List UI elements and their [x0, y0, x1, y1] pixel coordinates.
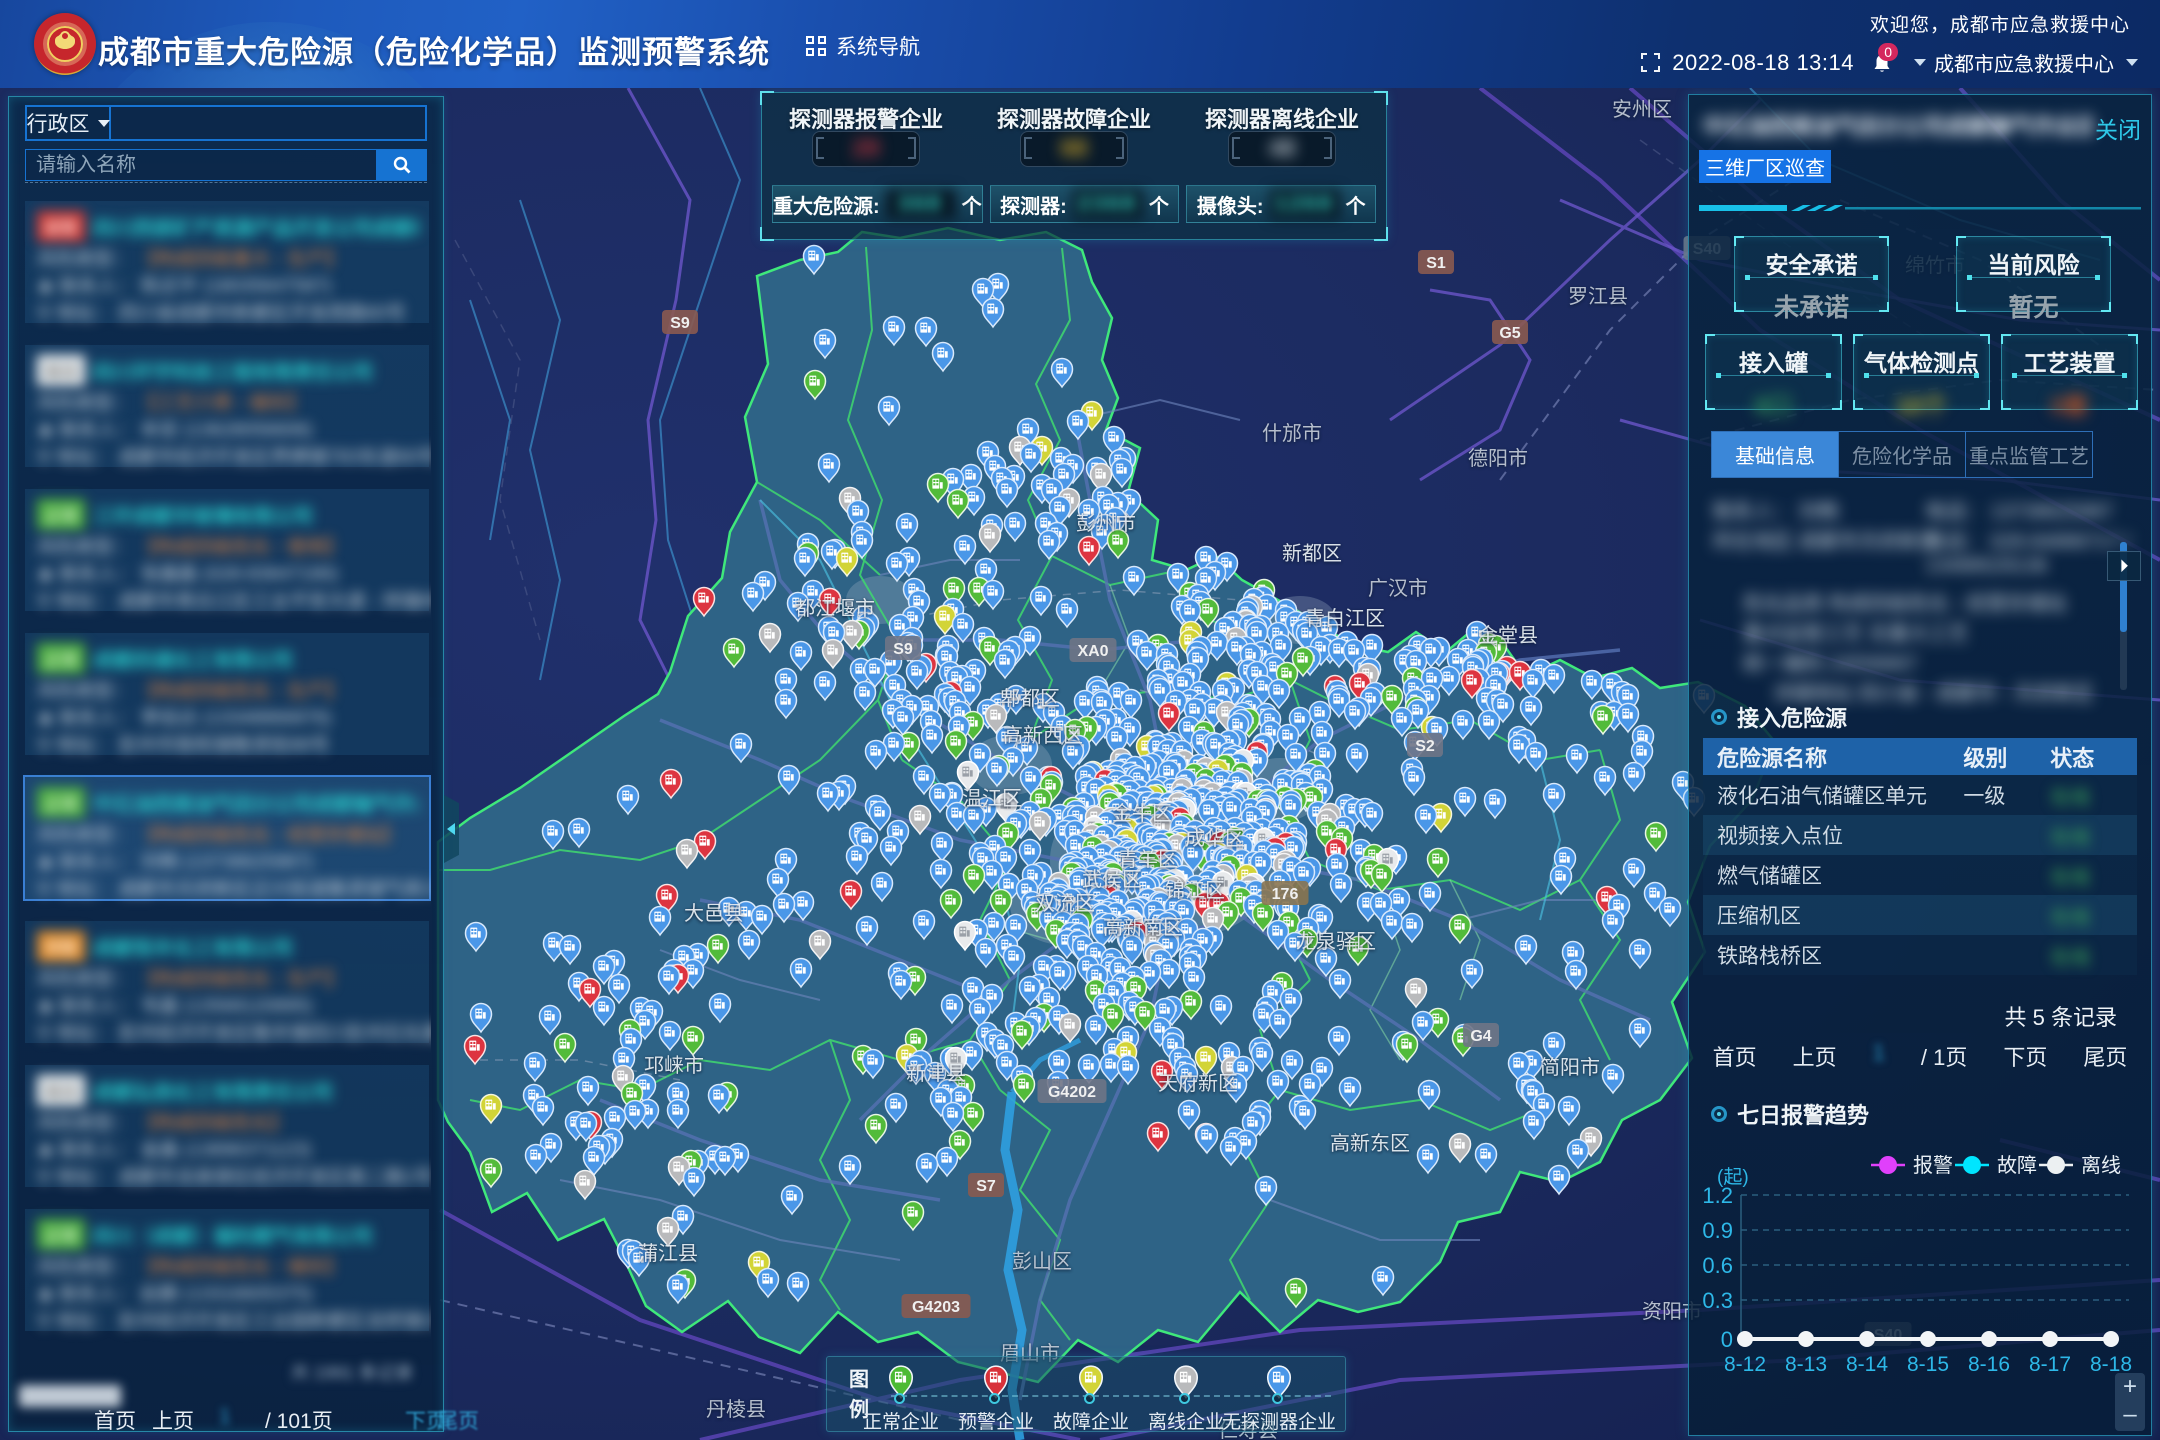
svg-text:8-14: 8-14: [1846, 1353, 1888, 1376]
svg-text:温江区: 温江区: [962, 787, 1022, 810]
svg-text:S1: S1: [1426, 255, 1446, 272]
svg-text:8-17: 8-17: [2029, 1353, 2071, 1376]
svg-text:G4203: G4203: [912, 1299, 960, 1316]
svg-text:8-15: 8-15: [1907, 1353, 1949, 1376]
svg-text:彭州市: 彭州市: [1076, 512, 1136, 535]
svg-text:S9: S9: [893, 641, 913, 658]
svg-text:高新南区: 高新南区: [1103, 916, 1183, 939]
svg-text:高新西区: 高新西区: [1003, 724, 1083, 747]
svg-text:金牛区: 金牛区: [1112, 802, 1172, 825]
svg-text:0: 0: [1721, 1327, 1733, 1352]
svg-text:蒲江县: 蒲江县: [638, 1242, 698, 1265]
svg-text:简阳市: 简阳市: [1540, 1056, 1600, 1079]
svg-text:彭山区: 彭山区: [1012, 1250, 1072, 1273]
svg-text:大邑县: 大邑县: [684, 902, 744, 925]
svg-text:武侯区: 武侯区: [1082, 868, 1142, 891]
svg-text:德阳市: 德阳市: [1468, 447, 1528, 470]
svg-text:176: 176: [1272, 886, 1299, 903]
svg-text:双流区: 双流区: [1035, 892, 1095, 915]
svg-text:8-12: 8-12: [1724, 1353, 1766, 1376]
svg-text:0.3: 0.3: [1702, 1288, 1733, 1313]
svg-text:罗江县: 罗江县: [1568, 285, 1628, 308]
svg-text:G4202: G4202: [1048, 1084, 1096, 1101]
svg-text:1.2: 1.2: [1702, 1183, 1733, 1208]
svg-text:金堂县: 金堂县: [1478, 624, 1538, 647]
svg-text:新都区: 新都区: [1282, 542, 1342, 565]
svg-text:龙泉驿区: 龙泉驿区: [1296, 930, 1376, 953]
svg-text:新津县: 新津县: [906, 1062, 966, 1085]
svg-text:都江堰市: 都江堰市: [795, 597, 875, 620]
svg-text:G5: G5: [1499, 325, 1520, 342]
svg-text:离线: 离线: [2081, 1154, 2121, 1177]
svg-text:广汉市: 广汉市: [1368, 577, 1428, 600]
svg-text:青羊区: 青羊区: [1118, 848, 1178, 871]
svg-text:XA0: XA0: [1077, 643, 1108, 660]
svg-text:8-13: 8-13: [1785, 1353, 1827, 1376]
svg-text:8-16: 8-16: [1968, 1353, 2010, 1376]
svg-text:丹棱县: 丹棱县: [706, 1398, 766, 1421]
svg-text:故障: 故障: [1997, 1154, 2037, 1177]
svg-text:0.9: 0.9: [1702, 1218, 1733, 1243]
svg-text:S9: S9: [670, 315, 690, 332]
svg-text:成华区: 成华区: [1185, 827, 1245, 850]
svg-text:安州区: 安州区: [1612, 98, 1672, 121]
svg-text:报警: 报警: [1913, 1154, 1953, 1177]
svg-text:郫都区: 郫都区: [1000, 687, 1060, 710]
svg-text:S7: S7: [976, 1178, 996, 1195]
svg-text:青白江区: 青白江区: [1305, 607, 1385, 630]
svg-text:0.6: 0.6: [1702, 1253, 1733, 1278]
svg-text:邛崃市: 邛崃市: [644, 1054, 704, 1077]
svg-text:锦江区: 锦江区: [1165, 879, 1225, 902]
svg-text:S2: S2: [1415, 738, 1435, 755]
svg-text:G4: G4: [1470, 1028, 1491, 1045]
svg-text:什邡市: 什邡市: [1262, 422, 1322, 445]
svg-text:天府新区: 天府新区: [1158, 1072, 1238, 1095]
svg-text:高新东区: 高新东区: [1330, 1132, 1410, 1155]
